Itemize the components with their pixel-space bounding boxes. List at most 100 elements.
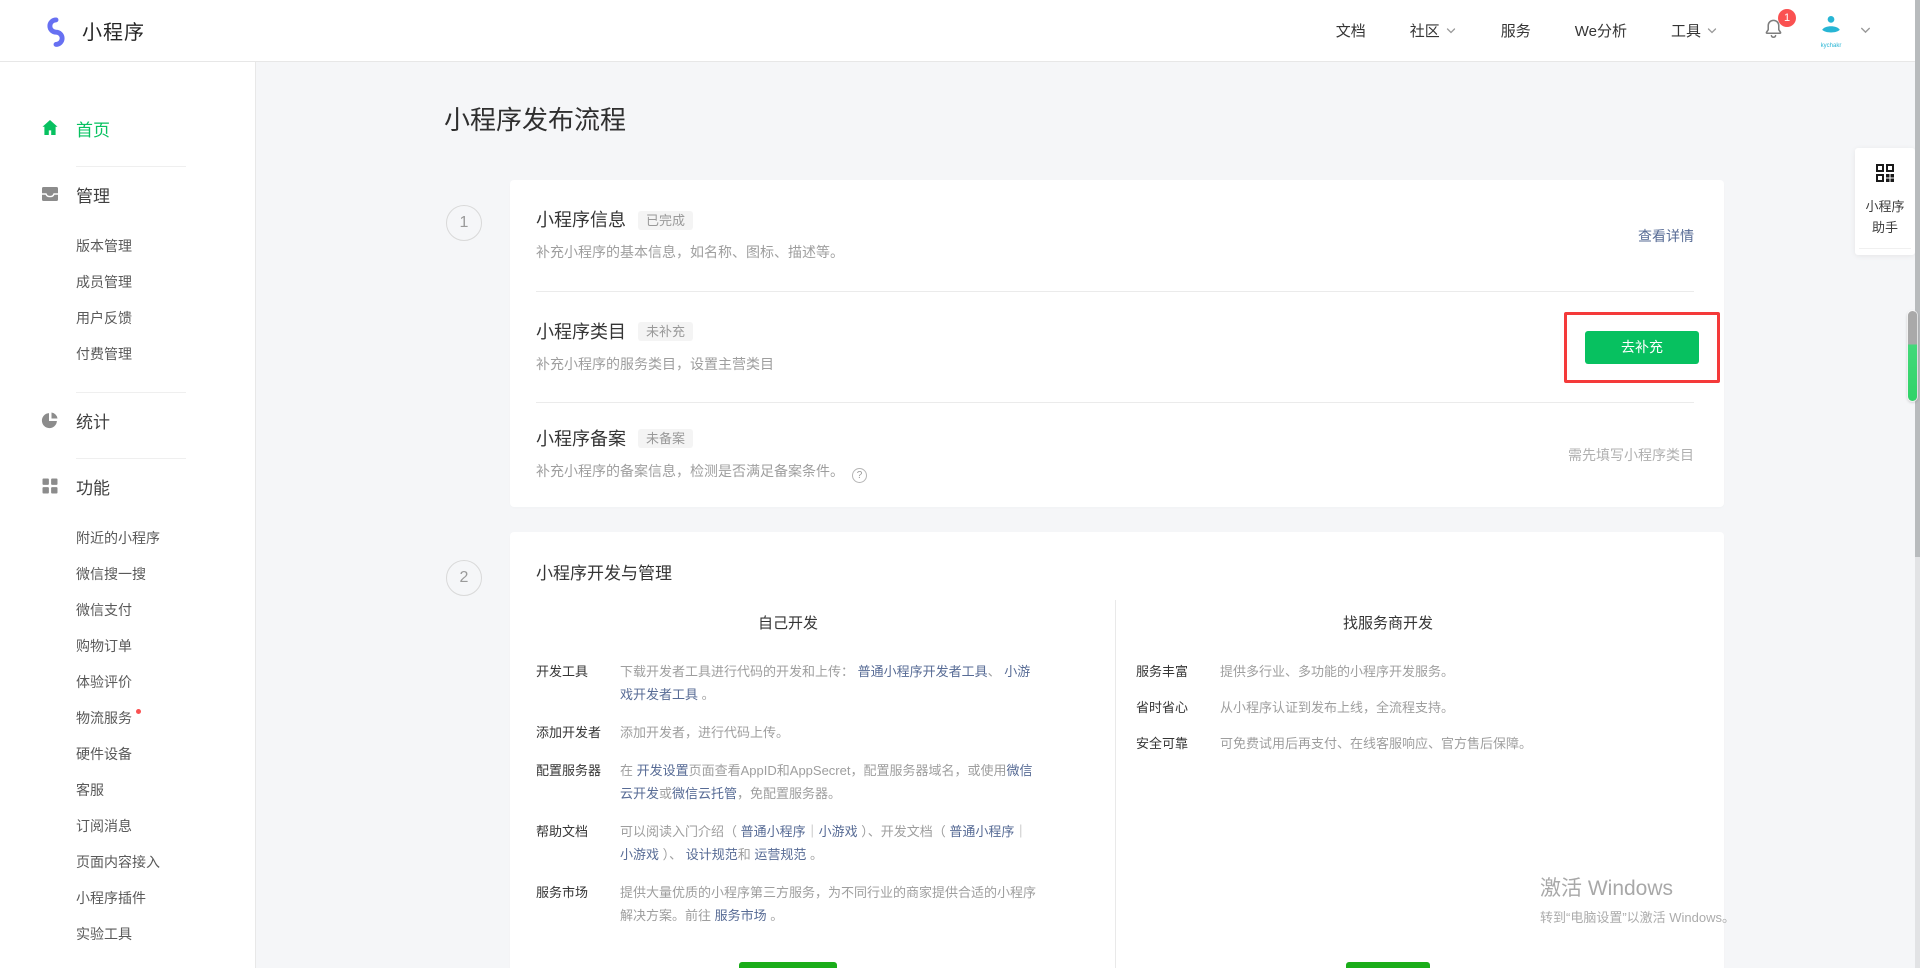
panel-divider xyxy=(1859,248,1911,249)
sidebar-item[interactable]: 客服 xyxy=(0,772,255,808)
inline-link[interactable]: 普通小程序 xyxy=(741,824,806,839)
text-segment: 。 xyxy=(767,908,784,923)
vendor-row: 服务丰富提供多行业、多功能的小程序开发服务。 xyxy=(1136,660,1640,683)
chevron-down-icon xyxy=(1706,25,1718,37)
dev-row: 配置服务器在 开发设置页面查看AppID和AppSecret，配置服务器域名，或… xyxy=(536,759,1040,805)
sidebar-section-features[interactable]: 功能 xyxy=(0,468,255,504)
inline-link[interactable]: 小游戏 xyxy=(819,824,858,839)
sidebar-item[interactable]: 版本管理 xyxy=(0,228,255,264)
nav-item-tools[interactable]: 工具 xyxy=(1671,20,1718,41)
sidebar: 首页 管理版本管理成员管理用户反馈付费管理统计功能附近的小程序微信搜一搜微信支付… xyxy=(0,62,256,968)
text-segment: 添加开发者，进行代码上传。 xyxy=(620,725,789,740)
app-logo[interactable]: 小程序 xyxy=(40,15,145,47)
card-title: 小程序开发与管理 xyxy=(536,562,1698,586)
sidebar-section-label: 管理 xyxy=(76,182,110,207)
help-icon[interactable]: ? xyxy=(852,468,867,483)
sidebar-section-stats[interactable]: 统计 xyxy=(0,402,255,438)
inline-link[interactable]: 设计规范 xyxy=(686,847,738,862)
row-desc: 补充小程序的基本信息，如名称、图标、描述等。 xyxy=(536,243,844,262)
text-segment: ）、 xyxy=(659,847,686,862)
avatar-caption: kychakr xyxy=(1821,43,1842,49)
sidebar-item[interactable]: 微信搜一搜 xyxy=(0,556,255,592)
vendor-row-label: 服务丰富 xyxy=(1136,660,1220,683)
column-header-self: 自己开发 xyxy=(536,614,1040,634)
avatar-logo-icon xyxy=(1817,13,1845,42)
app-logo-text: 小程序 xyxy=(82,16,145,45)
inline-link[interactable]: 普通小程序 xyxy=(949,824,1014,839)
go-now-button[interactable]: 立即前往 xyxy=(1346,962,1430,968)
notifications-button[interactable]: 1 xyxy=(1762,17,1785,45)
dev-row-label: 帮助文档 xyxy=(536,820,620,866)
dev-row-text: 可以阅读入门介绍（ 普通小程序｜小游戏 ）、开发文档（ 普通小程序｜小游戏 ）、… xyxy=(620,820,1040,866)
qr-code-icon xyxy=(1874,162,1896,184)
go-supplement-button[interactable]: 去补充 xyxy=(1585,331,1699,364)
inline-link[interactable]: 小游戏 xyxy=(620,847,659,862)
text-segment: ，免配置服务器。 xyxy=(737,786,841,801)
sidebar-item[interactable]: 硬件设备 xyxy=(0,736,255,772)
text-segment: 页面查看AppID和AppSecret，配置服务器域名，或使用 xyxy=(689,763,1007,778)
dev-row-text: 在 开发设置页面查看AppID和AppSecret，配置服务器域名，或使用微信云… xyxy=(620,759,1040,805)
sidebar-section-label: 统计 xyxy=(76,408,110,433)
sidebar-item[interactable]: 实验工具 xyxy=(0,916,255,952)
view-details-link[interactable]: 查看详情 xyxy=(1638,226,1694,246)
text-segment: 和 xyxy=(738,847,755,862)
chevron-down-icon xyxy=(1445,25,1457,37)
sidebar-item[interactable]: 附近的小程序 xyxy=(0,520,255,556)
inline-link[interactable]: 服务市场 xyxy=(715,908,767,923)
self-develop-rows: 开发工具下载开发者工具进行代码的开发和上传： 普通小程序开发者工具、 小游戏开发… xyxy=(536,660,1040,942)
dev-row-text: 下载开发者工具进行代码的开发和上传： 普通小程序开发者工具、 小游戏开发者工具 … xyxy=(620,660,1040,706)
dev-manage-card: 小程序开发与管理 自己开发 开发工具下载开发者工具进行代码的开发和上传： 普通小… xyxy=(510,532,1724,968)
miniprogram-assistant-panel[interactable]: 小程序 助手 xyxy=(1855,148,1915,255)
scrollbar-track-lower[interactable] xyxy=(1915,557,1920,968)
sidebar-item[interactable]: 小程序插件 xyxy=(0,880,255,916)
text-segment: 可以阅读入门介绍（ xyxy=(620,824,741,839)
page-title: 小程序发布流程 xyxy=(444,102,1920,138)
add-developer-button[interactable]: 添加开发者 xyxy=(739,962,837,968)
avatar[interactable]: kychakr xyxy=(1817,13,1845,49)
highlight-box: 去补充 xyxy=(1564,312,1720,383)
text-segment: 。 xyxy=(698,687,715,702)
sidebar-item[interactable]: 订阅消息 xyxy=(0,808,255,844)
inline-link[interactable]: 开发设置 xyxy=(637,763,689,778)
dev-row: 开发工具下载开发者工具进行代码的开发和上传： 普通小程序开发者工具、 小游戏开发… xyxy=(536,660,1040,706)
scrollbar-thumb[interactable] xyxy=(1908,311,1917,401)
dev-row: 服务市场提供大量优质的小程序第三方服务，为不同行业的商家提供合适的小程序解决方案… xyxy=(536,881,1040,927)
main-content: 小程序发布流程 1 小程序信息 已完成 补充小程序的基本信息，如名称、图标、描述… xyxy=(256,62,1920,968)
nav-item-label: We分析 xyxy=(1575,20,1627,41)
sidebar-item[interactable]: 微信支付 xyxy=(0,592,255,628)
nav-item-services[interactable]: 服务 xyxy=(1501,20,1531,41)
new-dot xyxy=(136,709,141,714)
status-badge: 已完成 xyxy=(638,211,693,230)
sidebar-item[interactable]: 购物订单 xyxy=(0,628,255,664)
text-segment: 在 xyxy=(620,763,637,778)
dev-row-text: 添加开发者，进行代码上传。 xyxy=(620,721,1040,744)
row-desc: 补充小程序的服务类目，设置主营类目 xyxy=(536,355,774,374)
sidebar-item[interactable]: 付费管理 xyxy=(0,336,255,372)
scrollbar-track[interactable] xyxy=(1915,0,1920,557)
row-title: 小程序备案 未备案 xyxy=(536,428,867,450)
sidebar-item[interactable]: 成员管理 xyxy=(0,264,255,300)
nav-item-community[interactable]: 社区 xyxy=(1410,20,1457,41)
account-chevron-down-icon[interactable] xyxy=(1859,24,1872,37)
inline-link[interactable]: 运营规范 xyxy=(754,847,806,862)
checklist-row-category: 小程序类目 未补充 补充小程序的服务类目，设置主营类目 去补充 xyxy=(510,292,1724,402)
status-badge: 未备案 xyxy=(638,429,693,448)
row-title: 小程序信息 已完成 xyxy=(536,209,844,231)
nav-item-docs[interactable]: 文档 xyxy=(1336,20,1366,41)
inline-link[interactable]: 普通小程序开发者工具 xyxy=(858,664,988,679)
nav-item-we-analytics[interactable]: We分析 xyxy=(1575,20,1627,41)
sidebar-item[interactable]: 页面内容接入 xyxy=(0,844,255,880)
sidebar-section-manage[interactable]: 管理 xyxy=(0,176,255,212)
row-title: 小程序类目 未补充 xyxy=(536,321,774,343)
inline-link[interactable]: 微信云托管 xyxy=(672,786,737,801)
vendor-row-label: 安全可靠 xyxy=(1136,732,1220,755)
step-2: 2 小程序开发与管理 自己开发 开发工具下载开发者工具进行代码的开发和上传： 普… xyxy=(510,532,1724,968)
sidebar-item[interactable]: 物流服务 xyxy=(0,700,255,736)
sidebar-item-home[interactable]: 首页 xyxy=(0,110,255,146)
sidebar-item[interactable]: 体验评价 xyxy=(0,664,255,700)
sidebar-item[interactable]: 用户反馈 xyxy=(0,300,255,336)
step-2-number: 2 xyxy=(446,560,482,596)
text-segment: ｜ xyxy=(1014,824,1027,839)
vendor-row-text: 可免费试用后再支付、在线客服响应、官方售后保障。 xyxy=(1220,732,1640,755)
status-badge: 未补充 xyxy=(638,322,693,341)
